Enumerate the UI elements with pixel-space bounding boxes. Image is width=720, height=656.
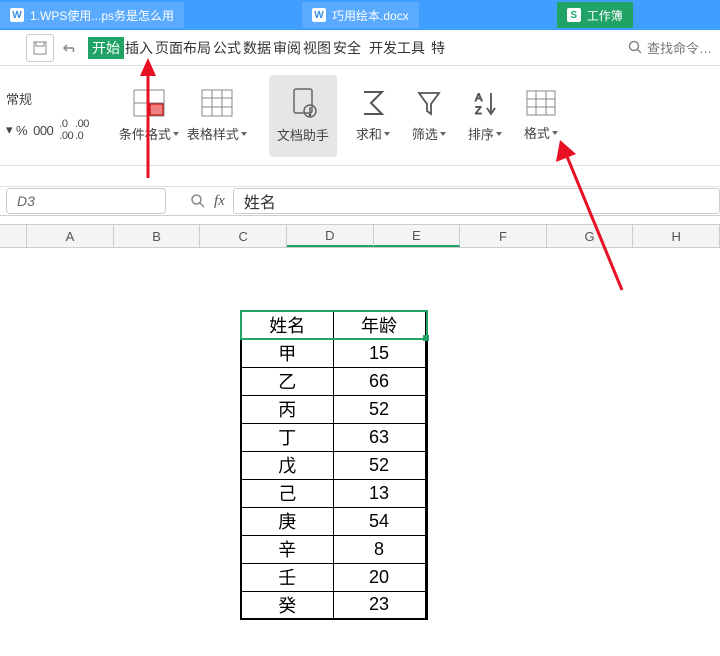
menu-dev-tools[interactable]: 开发工具 <box>368 34 426 62</box>
col-head[interactable]: H <box>633 225 720 247</box>
cell[interactable]: 壬 <box>241 563 333 591</box>
number-format-buttons: ▾ % 000 .0.00 .00.0 <box>6 118 89 142</box>
cell[interactable]: 己 <box>241 479 333 507</box>
menu-start[interactable]: 开始 <box>88 37 124 59</box>
cell[interactable]: 丙 <box>241 395 333 423</box>
wps-word-icon: W <box>10 8 24 22</box>
sum-tool[interactable]: 求和 <box>345 75 401 157</box>
magnify-icon[interactable] <box>190 193 206 209</box>
table-style-tool[interactable]: 表格样式 <box>183 75 251 157</box>
col-head[interactable]: C <box>200 225 287 247</box>
col-head[interactable]: E <box>374 225 461 247</box>
menu-security[interactable]: 安全 <box>332 34 362 62</box>
col-head[interactable]: B <box>114 225 201 247</box>
search-icon <box>628 40 643 55</box>
thousands-btn[interactable]: 000 <box>33 123 53 138</box>
search-label: 查找命令… <box>647 38 712 57</box>
tab-doc-2[interactable]: W 巧用绘本.docx <box>302 2 419 28</box>
funnel-icon <box>415 88 443 118</box>
svg-text:Z: Z <box>475 105 482 117</box>
cell[interactable]: 甲 <box>241 339 333 367</box>
doc-helper-tool[interactable]: 文档助手 <box>269 75 337 157</box>
document-tabs: W 1.WPS使用...ps务是怎么用 W 巧用绘本.docx S 工作簿 <box>0 0 720 30</box>
cell[interactable]: 13 <box>333 479 425 507</box>
undo-button[interactable] <box>58 34 82 62</box>
cell[interactable]: 52 <box>333 395 425 423</box>
menu-page-layout[interactable]: 页面布局 <box>154 34 212 62</box>
conditional-format-tool[interactable]: 条件格式 <box>115 75 183 157</box>
tab-label: 巧用绘本.docx <box>332 7 409 24</box>
col-head[interactable]: D <box>287 225 374 247</box>
cell[interactable]: 庚 <box>241 507 333 535</box>
cell[interactable]: 戊 <box>241 451 333 479</box>
cell[interactable]: 丁 <box>241 423 333 451</box>
sort-icon: AZ <box>471 88 499 118</box>
tab-doc-3[interactable]: S 工作簿 <box>557 2 633 28</box>
cell[interactable]: 66 <box>333 367 425 395</box>
tab-label: 1.WPS使用...ps务是怎么用 <box>30 7 174 24</box>
col-head[interactable]: F <box>460 225 547 247</box>
cell[interactable]: 癸 <box>241 591 333 619</box>
menu-data[interactable]: 数据 <box>242 34 272 62</box>
dec-inc-btn[interactable]: .0.00 <box>59 118 73 142</box>
header-cell[interactable]: 姓名 <box>241 311 333 339</box>
filter-tool[interactable]: 筛选 <box>401 75 457 157</box>
dec-dec-btn[interactable]: .00.0 <box>75 118 89 142</box>
dec-btn[interactable]: ▾ <box>6 122 12 138</box>
sort-tool[interactable]: AZ 排序 <box>457 75 513 157</box>
number-format-label: 常规 <box>6 89 89 108</box>
grid-highlight-icon <box>132 88 166 118</box>
formula-bar: D3 fx 姓名 <box>0 186 720 216</box>
menubar: 开始 插入 页面布局 公式 数据 审阅 视图 安全 开发工具 特 查找命令… <box>0 30 720 66</box>
fx-label[interactable]: fx <box>214 193 225 210</box>
cell[interactable]: 辛 <box>241 535 333 563</box>
format-tool[interactable]: 格式 <box>513 75 569 157</box>
cell[interactable]: 8 <box>333 535 425 563</box>
menu-more[interactable]: 特 <box>430 34 446 62</box>
number-format-group: 常规 ▾ % 000 .0.00 .00.0 <box>6 89 95 142</box>
col-head[interactable] <box>0 225 27 247</box>
formula-input[interactable]: 姓名 <box>233 188 720 214</box>
cell[interactable]: 54 <box>333 507 425 535</box>
menu-review[interactable]: 审阅 <box>272 34 302 62</box>
wps-word-icon: W <box>312 8 326 22</box>
menu-view[interactable]: 视图 <box>302 34 332 62</box>
tab-doc-1[interactable]: W 1.WPS使用...ps务是怎么用 <box>0 2 184 28</box>
data-table[interactable]: 姓名 年龄 甲15 乙66 丙52 丁63 戊52 己13 庚54 辛8 壬20… <box>240 310 428 620</box>
wps-sheet-icon: S <box>567 8 581 22</box>
cell[interactable]: 23 <box>333 591 425 619</box>
header-cell[interactable]: 年龄 <box>333 311 425 339</box>
tab-label: 工作簿 <box>587 7 623 24</box>
svg-text:A: A <box>475 92 483 104</box>
sigma-icon <box>359 88 387 118</box>
save-button[interactable] <box>26 34 54 62</box>
search-commands[interactable]: 查找命令… <box>628 38 712 57</box>
menu-insert[interactable]: 插入 <box>124 34 154 62</box>
cell[interactable]: 20 <box>333 563 425 591</box>
ribbon: 常规 ▾ % 000 .0.00 .00.0 条件格式 表格样式 文档助手 求和… <box>0 66 720 166</box>
spreadsheet-grid[interactable]: A B C D E F G H 姓名 年龄 甲15 乙66 丙52 丁63 戊5… <box>0 224 720 248</box>
cell[interactable]: 63 <box>333 423 425 451</box>
grid-icon <box>525 89 557 117</box>
column-headers: A B C D E F G H <box>0 224 720 248</box>
col-head[interactable]: G <box>547 225 634 247</box>
table-icon <box>200 88 234 118</box>
doc-helper-icon <box>288 87 318 119</box>
menu-formula[interactable]: 公式 <box>212 34 242 62</box>
cell[interactable]: 乙 <box>241 367 333 395</box>
name-box[interactable]: D3 <box>6 188 166 214</box>
percent-btn[interactable]: % <box>16 123 27 138</box>
cell[interactable]: 52 <box>333 451 425 479</box>
col-head[interactable]: A <box>27 225 114 247</box>
cell[interactable]: 15 <box>333 339 425 367</box>
